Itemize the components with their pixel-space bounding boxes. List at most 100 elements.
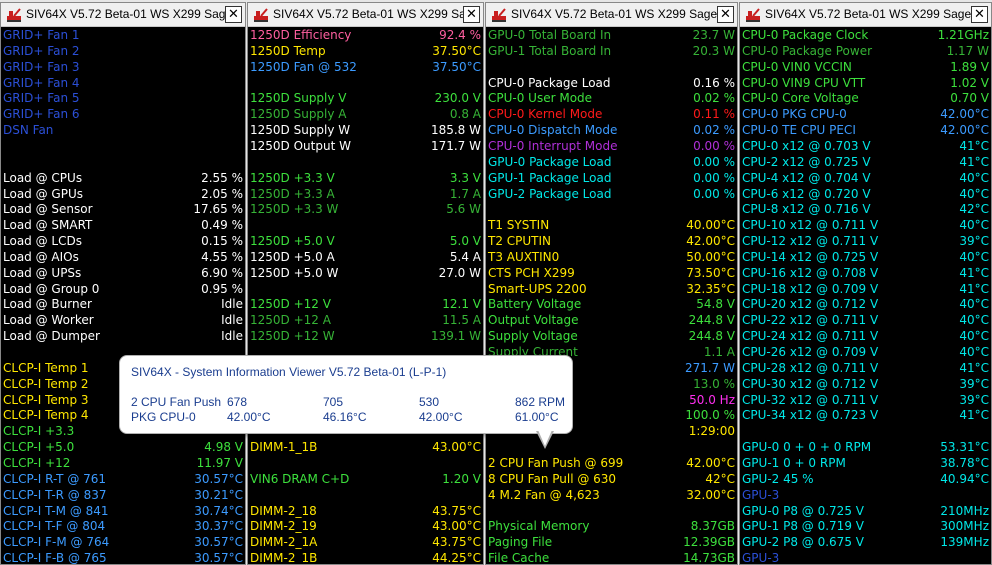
sensor-row: 1250D Temp 37.50°C (248, 43, 483, 59)
sensor-label: Load @ Worker (3, 313, 94, 328)
sensor-label: 1250D +3.3 A (250, 186, 335, 201)
sensor-row: Load @ LCDs 0.15 % (1, 233, 245, 249)
sensor-label: CPU-16 x12 @ 0.708 V (742, 265, 879, 280)
sensor-value: 139MHz (940, 535, 989, 550)
sensor-value: 37.50°C (432, 59, 481, 74)
sensor-label: GPU-3 (742, 487, 780, 502)
sensor-value: 50.0 Hz (689, 392, 735, 407)
sensor-label: Load @ Dumper (3, 329, 100, 344)
sensor-label: Load @ GPUs (3, 186, 83, 201)
sensor-value: 300MHz (940, 519, 989, 534)
sensor-row: 1250D Supply A 0.8 A (248, 106, 483, 122)
title-bar[interactable]: SIV64X V5.72 Beta-01 WS X299 Sage ✕ (740, 3, 991, 27)
sensor-row: Load @ Sensor 17.65 % (1, 201, 245, 217)
sensor-row: CPU-0 Dispatch Mode 0.02 % (486, 122, 737, 138)
sensor-row: 1250D Efficiency 92.4 % (248, 27, 483, 43)
sensor-row: DIMM-2_1B 44.25°C (248, 550, 483, 564)
sensor-row: GRID+ Fan 6 (1, 106, 245, 122)
sensor-row: 1250D +12 A 11.5 A (248, 312, 483, 328)
sensor-label: CPU-6 x12 @ 0.720 V (742, 186, 871, 201)
sensor-value: 43.75°C (432, 535, 481, 550)
window-title: SIV64X V5.72 Beta-01 WS X299 Sage (26, 7, 233, 21)
tooltip-cell: 530 (419, 395, 440, 409)
close-button[interactable]: ✕ (463, 6, 480, 23)
sensor-row: GPU-2 45 % 40.94°C (740, 471, 991, 487)
sensor-value: 40°C (959, 186, 989, 201)
sensor-row: CPU-0 VIN9 CPU VTT 1.02 V (740, 75, 991, 91)
sensor-row: Physical Memory 8.37GB (486, 518, 737, 534)
sensor-value: 1.7 A (449, 186, 481, 201)
sensor-label: CPU-34 x12 @ 0.723 V (742, 408, 879, 423)
sensor-row: 1250D +3.3 A 1.7 A (248, 186, 483, 202)
sensor-label: Smart-UPS 2200 (488, 281, 587, 296)
sensor-row: CPU-0 Package Clock 1.21GHz (740, 27, 991, 43)
sensor-value: 2.05 % (201, 186, 243, 201)
sensor-row: 1250D Supply V 230.0 V (248, 90, 483, 106)
sensor-value: 32.35°C (686, 281, 735, 296)
sensor-label: CLCP-I T-M @ 841 (3, 503, 109, 518)
sensor-value: 40.94°C (940, 471, 989, 486)
sensor-value: 40°C (959, 218, 989, 233)
sensor-row: GRID+ Fan 5 (1, 90, 245, 106)
siv-app-icon (254, 8, 268, 22)
sensor-value: 0.02 % (693, 123, 735, 138)
title-bar[interactable]: SIV64X V5.72 Beta-01 WS X299 Sage ✕ (486, 3, 737, 27)
sensor-value: 40.00°C (686, 218, 735, 233)
tooltip-cell: 705 (323, 395, 344, 409)
sensor-row: 1250D +5.0 W 27.0 W (248, 265, 483, 281)
sensor-value: 32.00°C (686, 487, 735, 502)
sensor-value: 40°C (959, 313, 989, 328)
sensor-label: DSN Fan (3, 123, 54, 138)
sensor-value: 13.0 % (693, 376, 735, 391)
sensor-value: 244.8 V (688, 329, 735, 344)
close-button[interactable]: ✕ (717, 6, 734, 23)
sensor-value: 30.57°C (194, 551, 243, 565)
sensor-label: 1250D +5.0 A (250, 249, 335, 264)
sensor-row: GPU-0 Total Board In 23.7 W (486, 27, 737, 43)
sensor-label: CLCP-I Temp 1 (3, 360, 89, 375)
sensor-label: Load @ Burner (3, 297, 92, 312)
sensor-row: 2 CPU Fan Push @ 699 42.00°C (486, 455, 737, 471)
sensor-label: DIMM-2_18 (250, 503, 317, 518)
sensor-row: CPU-28 x12 @ 0.711 V 41°C (740, 360, 991, 376)
sensor-row: 1250D +12 W 139.1 W (248, 328, 483, 344)
sensor-window-3: SIV64X V5.72 Beta-01 WS X299 Sage ✕ GPU-… (485, 2, 738, 565)
sensor-row: 1250D +3.3 W 5.6 W (248, 201, 483, 217)
sensor-value: Idle (221, 329, 243, 344)
tooltip-cell: 42.00°C (227, 410, 271, 424)
sensor-row: File Cache 14.73GB (486, 550, 737, 565)
sensor-label: 1250D Supply W (250, 123, 351, 138)
window-title: SIV64X V5.72 Beta-01 WS X299 Sa... (273, 7, 476, 21)
sensor-row: CPU-20 x12 @ 0.712 V 40°C (740, 296, 991, 312)
close-button[interactable]: ✕ (971, 6, 988, 23)
sensor-value: 0.8 A (449, 107, 481, 122)
sensor-row: CLCP-I T-F @ 804 30.37°C (1, 518, 245, 534)
sensor-row: Supply Voltage 244.8 V (486, 328, 737, 344)
sensor-row: T2 CPUTIN 42.00°C (486, 233, 737, 249)
sensor-row: CPU-6 x12 @ 0.720 V 40°C (740, 186, 991, 202)
sensor-row: DIMM-1_1B 43.00°C (248, 439, 483, 455)
sensor-label: CPU-0 User Mode (488, 91, 593, 106)
sensor-label: GPU-0 Package Load (488, 154, 612, 169)
sensor-row: T1 SYSTIN 40.00°C (486, 217, 737, 233)
sensor-value: 210MHz (940, 503, 989, 518)
sensor-row: 4 M.2 Fan @ 4,623 32.00°C (486, 487, 737, 503)
sensor-value: 14.73GB (683, 551, 735, 565)
sensor-label: Load @ LCDs (3, 234, 82, 249)
sensor-label: CPU-14 x12 @ 0.725 V (742, 249, 879, 264)
tooltip-cell: 42.00°C (419, 410, 463, 424)
tooltip-cell: 862 RPM (515, 395, 566, 409)
sensor-label: 1250D +3.3 W (250, 202, 339, 217)
sensor-label: DIMM-2_19 (250, 519, 317, 534)
close-button[interactable]: ✕ (225, 6, 242, 23)
sensor-row: CPU-0 PKG CPU-0 42.00°C (740, 106, 991, 122)
title-bar[interactable]: SIV64X V5.72 Beta-01 WS X299 Sage ✕ (1, 3, 245, 27)
sensor-label: Physical Memory (488, 519, 590, 534)
title-bar[interactable]: SIV64X V5.72 Beta-01 WS X299 Sa... ✕ (248, 3, 483, 27)
sensor-row: CLCP-I +12 11.97 V (1, 455, 245, 471)
sensor-value: 5.0 V (449, 234, 481, 249)
siv-app-icon (7, 8, 21, 22)
sensor-label: CPU-22 x12 @ 0.711 V (742, 313, 879, 328)
sensor-value: 41°C (959, 154, 989, 169)
sensor-value: 0.00 % (693, 138, 735, 153)
